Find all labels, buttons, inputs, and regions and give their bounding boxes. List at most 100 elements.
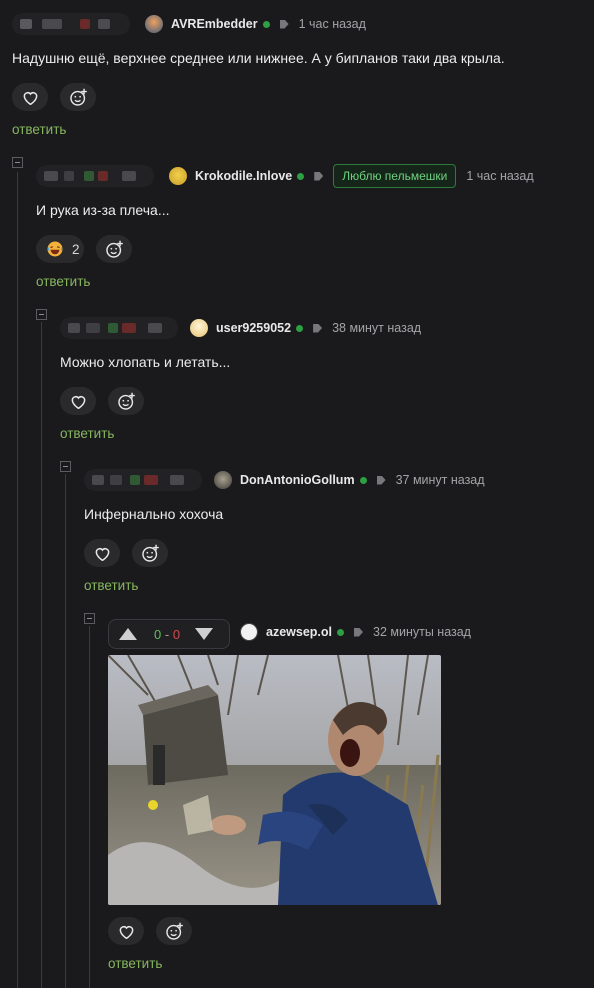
username[interactable]: DonAntonioGollum bbox=[240, 473, 355, 487]
add-reaction-button[interactable] bbox=[60, 83, 96, 111]
rating-widget[interactable] bbox=[12, 13, 130, 35]
like-button[interactable] bbox=[60, 387, 96, 415]
avatar[interactable] bbox=[169, 167, 187, 185]
blurred-rating bbox=[148, 323, 162, 333]
blurred-rating bbox=[170, 475, 184, 485]
smiley-plus-icon bbox=[117, 392, 135, 410]
blurred-rating bbox=[122, 323, 136, 333]
reaction-count: 2 bbox=[72, 241, 80, 257]
arrow-up-icon[interactable] bbox=[118, 627, 138, 641]
timestamp[interactable]: 1 час назад bbox=[299, 17, 366, 31]
blurred-rating bbox=[68, 323, 80, 333]
avatar[interactable] bbox=[214, 471, 232, 489]
avatar[interactable] bbox=[145, 15, 163, 33]
reply-link[interactable]: ответить bbox=[12, 122, 66, 137]
reply-link[interactable]: ответить bbox=[36, 274, 90, 289]
blurred-rating bbox=[108, 323, 118, 333]
online-indicator bbox=[337, 628, 344, 636]
tag-icon[interactable] bbox=[313, 323, 323, 333]
blurred-rating bbox=[92, 475, 104, 485]
blurred-rating bbox=[110, 475, 122, 485]
add-reaction-button[interactable] bbox=[156, 917, 192, 945]
avatar[interactable] bbox=[240, 623, 258, 641]
tag-icon[interactable] bbox=[314, 171, 324, 181]
collapse-minus-icon[interactable] bbox=[84, 613, 95, 624]
add-reaction-button[interactable] bbox=[108, 387, 144, 415]
blurred-rating bbox=[144, 475, 158, 485]
blurred-rating bbox=[42, 19, 62, 29]
smiley-plus-icon bbox=[105, 240, 123, 258]
blurred-rating bbox=[64, 171, 74, 181]
heart-icon bbox=[71, 395, 85, 409]
timestamp[interactable]: 38 минут назад bbox=[332, 321, 421, 335]
user-badge: Люблю пельмешки bbox=[333, 164, 457, 188]
online-indicator bbox=[359, 476, 367, 484]
like-button[interactable] bbox=[108, 917, 144, 945]
reaction-button[interactable]: 2 bbox=[36, 235, 84, 263]
like-button[interactable] bbox=[12, 83, 48, 111]
thread-line bbox=[17, 172, 18, 988]
tag-icon[interactable] bbox=[376, 475, 386, 485]
blurred-rating bbox=[122, 171, 136, 181]
comment-text: Инфернально хохоча bbox=[84, 506, 224, 522]
thread-line bbox=[41, 322, 42, 988]
comment-text: И рука из-за плеча... bbox=[36, 202, 170, 218]
tag-icon[interactable] bbox=[279, 19, 289, 29]
laughing-emoji-icon bbox=[47, 241, 63, 257]
rating-separator: - bbox=[164, 626, 170, 642]
like-button[interactable] bbox=[84, 539, 120, 567]
heart-icon bbox=[95, 547, 109, 561]
heart-icon bbox=[119, 925, 133, 939]
blurred-rating bbox=[84, 171, 94, 181]
rating-plus: 0 bbox=[154, 626, 162, 642]
reply-link[interactable]: ответить bbox=[84, 578, 138, 593]
comment-header: azewsep.ol 32 минуты назад bbox=[240, 621, 471, 643]
username[interactable]: Krokodile.Inlove bbox=[195, 169, 292, 183]
add-reaction-button[interactable] bbox=[132, 539, 168, 567]
photo-illustration bbox=[108, 655, 441, 905]
rating-widget[interactable] bbox=[36, 165, 154, 187]
tag-icon[interactable] bbox=[354, 627, 363, 637]
comment-header: DonAntonioGollum 37 минут назад bbox=[214, 469, 485, 491]
rating-score: 0 - 0 bbox=[154, 627, 180, 642]
username[interactable]: user9259052 bbox=[216, 321, 291, 335]
blurred-rating bbox=[20, 19, 32, 29]
comment-text: Можно хлопать и летать... bbox=[60, 354, 231, 370]
rating-widget[interactable] bbox=[84, 469, 202, 491]
smiley-plus-icon bbox=[141, 544, 159, 562]
comment-image[interactable] bbox=[108, 655, 441, 905]
username[interactable]: azewsep.ol bbox=[266, 625, 332, 639]
thread-line bbox=[65, 474, 66, 988]
blurred-rating bbox=[86, 323, 100, 333]
online-indicator bbox=[297, 172, 305, 180]
online-indicator bbox=[296, 324, 304, 332]
comment-header: AVREmbedder 1 час назад bbox=[145, 13, 366, 35]
blurred-rating bbox=[130, 475, 140, 485]
thread-line bbox=[89, 626, 90, 988]
username[interactable]: AVREmbedder bbox=[171, 17, 258, 31]
timestamp[interactable]: 32 минуты назад bbox=[373, 625, 471, 639]
add-reaction-button[interactable] bbox=[96, 235, 132, 263]
blurred-rating bbox=[98, 19, 110, 29]
reply-link[interactable]: ответить bbox=[108, 956, 162, 971]
collapse-minus-icon[interactable] bbox=[36, 309, 47, 320]
online-indicator bbox=[262, 20, 270, 28]
arrow-down-icon[interactable] bbox=[194, 627, 214, 641]
heart-icon bbox=[23, 91, 37, 105]
blurred-rating bbox=[80, 19, 90, 29]
collapse-minus-icon[interactable] bbox=[12, 157, 23, 168]
comment-header: user9259052 38 минут назад bbox=[190, 317, 421, 339]
blurred-rating bbox=[98, 171, 108, 181]
smiley-plus-icon bbox=[165, 922, 183, 940]
smiley-plus-icon bbox=[69, 88, 87, 106]
timestamp[interactable]: 1 час назад bbox=[466, 169, 533, 183]
comment-text: Надушню ещё, верхнее среднее или нижнее.… bbox=[12, 50, 505, 66]
blurred-rating bbox=[44, 171, 58, 181]
vote-widget: 0 - 0 bbox=[108, 619, 230, 649]
avatar[interactable] bbox=[190, 319, 208, 337]
timestamp[interactable]: 37 минут назад bbox=[396, 473, 485, 487]
collapse-minus-icon[interactable] bbox=[60, 461, 71, 472]
rating-widget[interactable] bbox=[60, 317, 178, 339]
rating-minus: 0 bbox=[172, 626, 181, 642]
reply-link[interactable]: ответить bbox=[60, 426, 114, 441]
